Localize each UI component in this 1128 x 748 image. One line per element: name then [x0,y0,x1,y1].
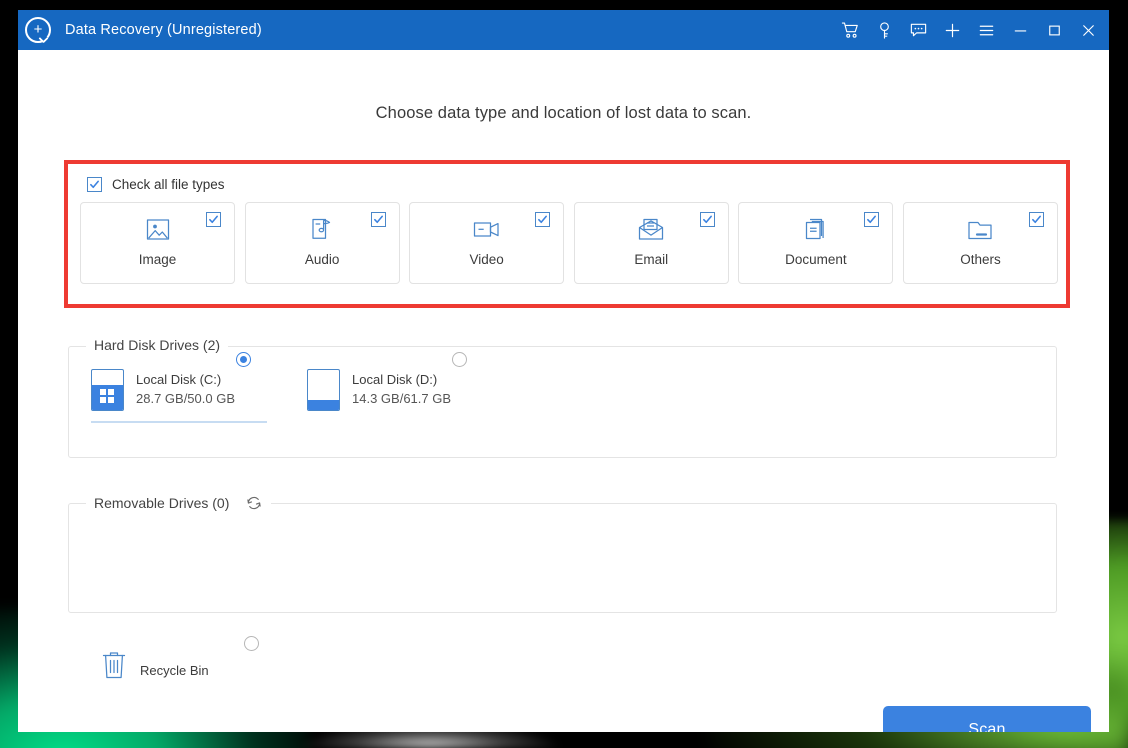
minimize-icon[interactable] [1003,13,1037,47]
check-all-file-types-label: Check all file types [112,177,225,192]
file-type-card-others[interactable]: Others [902,202,1058,284]
hard-disk-drives-legend-text: Hard Disk Drives (2) [94,337,221,353]
email-icon [636,213,666,247]
video-icon [472,213,502,247]
feedback-icon[interactable] [901,13,935,47]
drive-usage-fill-d [308,399,340,410]
file-type-card-document[interactable]: Document [738,202,894,284]
file-type-checkbox-document[interactable] [864,212,880,227]
removable-drives-group: Removable Drives (0) [68,494,1057,613]
drive-text-local-disk-c: Local Disk (C:) 28.7 GB/50.0 GB [136,369,235,408]
document-icon [802,213,830,247]
drive-radio-local-disk-c[interactable] [236,352,252,367]
refresh-icon[interactable] [245,494,263,512]
check-all-file-types-checkbox[interactable] [87,177,102,192]
titlebar-actions [833,13,1105,47]
plus-icon[interactable] [935,13,969,47]
file-type-checkbox-email[interactable] [699,212,715,227]
file-type-label-audio: Audio [304,252,340,267]
image-icon [144,213,172,247]
file-type-checkbox-image[interactable] [206,212,221,227]
removable-drives-legend-text: Removable Drives (0) [94,495,230,511]
app-logo-bubble-tail [38,33,49,44]
cart-icon[interactable] [833,13,867,47]
title-bar: + Data Recovery (Unregistered) [18,10,1109,50]
drive-icon-local-disk-d [307,369,341,411]
removable-drives-legend: Removable Drives (0) [86,494,272,512]
recycle-bin-label: Recycle Bin [140,663,209,678]
desktop-backdrop: + Data Recovery (Unregistered) Choose da… [0,0,1128,748]
file-type-label-document: Document [785,252,847,267]
file-type-label-email: Email [634,252,669,267]
hard-disk-drive-list: Local Disk (C:) 28.7 GB/50.0 GB Local Di… [69,347,1056,423]
drive-size-local-disk-c: 28.7 GB/50.0 GB [136,391,236,406]
page-title: Choose data type and location of lost da… [375,104,752,122]
drive-icon-local-disk-c [91,369,124,411]
drive-selected-underline-c [91,421,267,423]
drive-item-local-disk-c[interactable]: Local Disk (C:) 28.7 GB/50.0 GB [91,352,267,423]
check-all-file-types-row[interactable]: Check all file types [68,164,1066,192]
drive-name-local-disk-d: Local Disk (D:) [352,372,438,387]
file-type-checkbox-others[interactable] [1028,212,1044,227]
maximize-icon[interactable] [1037,13,1071,47]
app-logo-icon: + [25,17,51,44]
hard-disk-drives-group: Hard Disk Drives (2) Local Disk (C:) 28.… [68,337,1057,458]
scan-button[interactable]: Scan [883,706,1091,732]
app-window: + Data Recovery (Unregistered) Choose da… [18,10,1109,732]
key-icon[interactable] [867,13,901,47]
recycle-bin-item[interactable]: Recycle Bin [100,636,259,682]
drive-text-local-disk-d: Local Disk (D:) 14.3 GB/61.7 GB [352,369,451,408]
file-type-card-image[interactable]: Image [80,202,235,284]
recycle-bin-radio[interactable] [244,636,259,651]
drive-item-local-disk-d[interactable]: Local Disk (D:) 14.3 GB/61.7 GB [307,352,468,411]
close-icon[interactable] [1071,13,1105,47]
drive-radio-local-disk-d[interactable] [452,352,468,367]
others-icon [965,213,995,247]
menu-icon[interactable] [969,13,1003,47]
drive-name-local-disk-c: Local Disk (C:) [136,372,222,387]
file-type-card-list: Image Audio Video Email Document Others [68,192,1066,284]
file-type-card-video[interactable]: Video [409,202,565,284]
file-type-checkbox-video[interactable] [535,212,551,227]
file-type-card-audio[interactable]: Audio [244,202,400,284]
audio-icon [308,213,336,247]
file-type-checkbox-audio[interactable] [370,212,386,227]
hard-disk-drives-legend: Hard Disk Drives (2) [86,337,229,353]
drive-size-local-disk-d: 14.3 GB/61.7 GB [352,391,452,406]
trash-icon [100,648,128,682]
file-type-label-video: Video [469,252,504,267]
file-type-card-email[interactable]: Email [573,202,729,284]
file-type-label-others: Others [960,252,1001,267]
file-types-panel: Check all file types Image Audio Video E… [64,160,1070,308]
main-content: Choose data type and location of lost da… [18,50,1109,732]
file-type-label-image: Image [138,252,177,267]
windows-logo-icon [100,389,114,403]
window-title: Data Recovery (Unregistered) [65,22,262,38]
